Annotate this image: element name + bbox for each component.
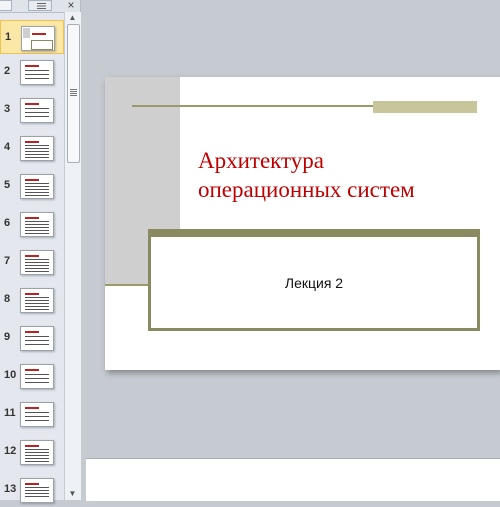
slide-title[interactable]: Архитектура операционных систем xyxy=(198,146,488,204)
slide-thumbnail-12[interactable]: 12 xyxy=(0,435,64,469)
slide-thumbnail-7[interactable]: 7 xyxy=(0,245,64,279)
slide-preview xyxy=(20,478,54,503)
slide-thumbnail-3[interactable]: 3 xyxy=(0,93,64,127)
slide-thumbnail-5[interactable]: 5 xyxy=(0,169,64,203)
outline-icon xyxy=(37,3,46,9)
slides-scrollbar[interactable]: ▲ ▼ xyxy=(64,12,81,500)
decorative-line xyxy=(105,284,150,286)
slide-number: 5 xyxy=(4,179,11,191)
slide-number: 12 xyxy=(4,445,17,457)
slide-thumbnail-13[interactable]: 13 xyxy=(0,473,64,507)
slides-tab[interactable] xyxy=(0,0,12,11)
slide-preview xyxy=(20,326,54,351)
close-panel-button[interactable]: × xyxy=(64,0,78,11)
slide-thumbnail-6[interactable]: 6 xyxy=(0,207,64,241)
slide-preview xyxy=(20,250,54,275)
decorative-bar xyxy=(151,232,477,237)
slide-preview xyxy=(21,26,55,51)
slide-preview xyxy=(20,174,54,199)
slide-number: 10 xyxy=(4,369,17,381)
notes-pane[interactable] xyxy=(86,458,500,501)
slide-preview xyxy=(20,136,54,161)
slide-preview xyxy=(20,364,54,389)
slide-thumbnail-11[interactable]: 11 xyxy=(0,397,64,431)
slide-number: 7 xyxy=(4,255,11,267)
scroll-up-icon[interactable]: ▲ xyxy=(65,12,80,24)
slide-title-line-1: Архитектура xyxy=(198,148,325,173)
grip-icon xyxy=(70,89,77,96)
slide-preview xyxy=(20,98,54,123)
scroll-down-icon[interactable]: ▼ xyxy=(65,488,80,500)
decorative-accent-bar xyxy=(373,101,477,113)
subtitle-placeholder[interactable]: Лекция 2 xyxy=(148,229,480,331)
slide-preview xyxy=(20,60,54,85)
slide-thumbnail-9[interactable]: 9 xyxy=(0,321,64,355)
slide-preview xyxy=(20,440,54,465)
slide-preview xyxy=(20,402,54,427)
scroll-thumb[interactable] xyxy=(67,24,80,163)
slides-panel: × 1 2 3 4 5 6 7 8 9 10 11 12 13 ▲ ▼ xyxy=(0,0,81,503)
slide-number: 11 xyxy=(4,407,16,419)
slide-preview xyxy=(20,288,54,313)
slide-number: 3 xyxy=(4,103,11,115)
slide-title-line-2: операционных систем xyxy=(198,177,415,202)
slide-preview xyxy=(20,212,54,237)
slide-number: 1 xyxy=(5,31,12,43)
slide-thumbnail-2[interactable]: 2 xyxy=(0,55,64,89)
slide-number: 4 xyxy=(4,141,11,153)
slide-thumbnail-8[interactable]: 8 xyxy=(0,283,64,317)
slide-thumbnail-10[interactable]: 10 xyxy=(0,359,64,393)
slide-number: 8 xyxy=(4,293,11,305)
slide-number: 2 xyxy=(4,65,11,77)
slide-subtitle: Лекция 2 xyxy=(284,275,344,291)
slide-thumbnail-1[interactable]: 1 xyxy=(0,20,64,54)
slide-number: 6 xyxy=(4,217,11,229)
slide-number: 9 xyxy=(4,331,11,343)
current-slide[interactable]: Архитектура операционных систем Лекция 2 xyxy=(105,77,500,370)
slide-number: 13 xyxy=(4,483,17,495)
outline-tab[interactable] xyxy=(28,0,52,11)
slide-thumbnail-4[interactable]: 4 xyxy=(0,131,64,165)
